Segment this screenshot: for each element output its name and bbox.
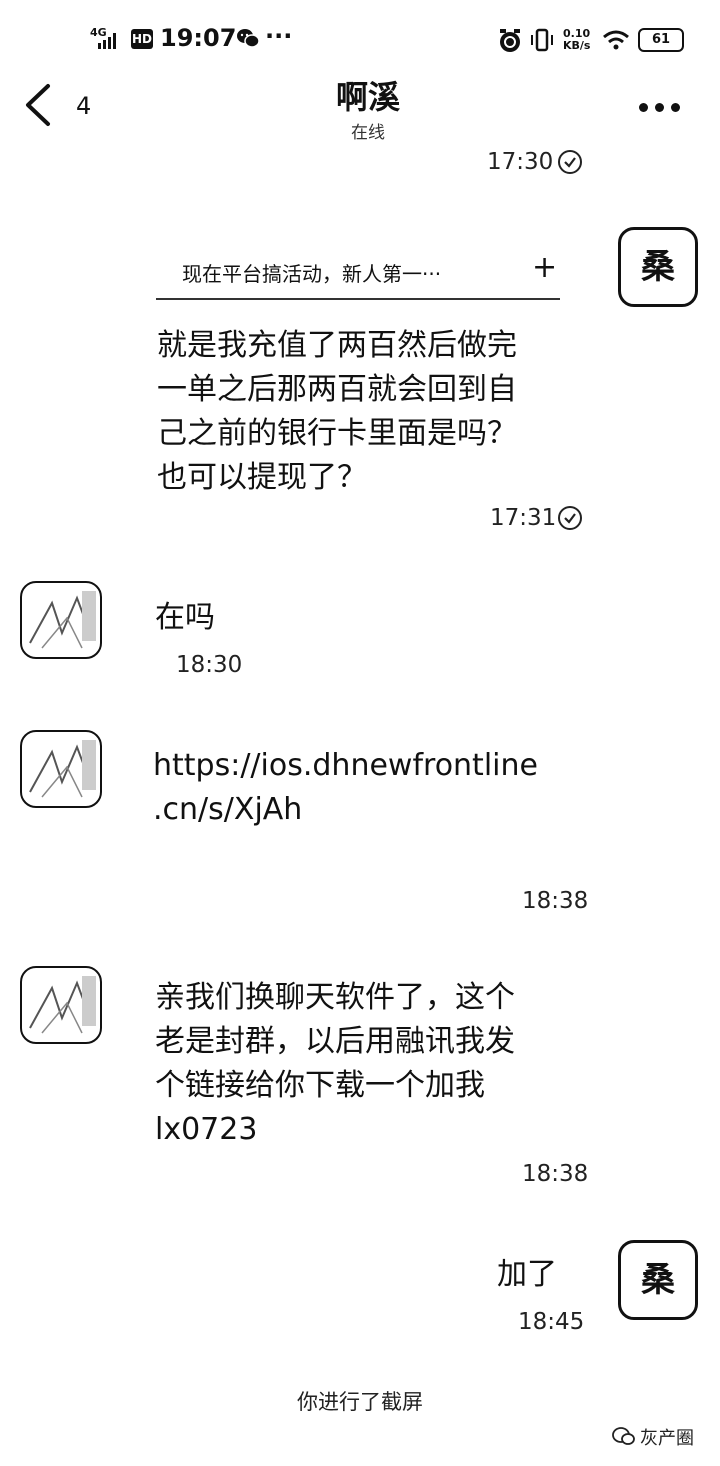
dot-icon [671,103,680,112]
message-line: 个链接给你下载一个加我 [155,1068,485,1103]
avatar-image-icon [29,591,96,649]
message-line: 己之前的银行卡里面是吗？ [157,416,517,451]
message-line: 也可以提现了？ [157,460,367,495]
watermark-text: 灰产圈 [640,1428,694,1449]
message-text[interactable]: 就是我充值了两百然后做完 一单之后那两百就会回到自 己之前的银行卡里面是吗？ 也… [157,324,577,500]
wechat-icon [236,27,260,53]
chat-title: 啊溪 [335,78,400,116]
battery-indicator: 61 [638,28,684,52]
dot-icon [639,103,648,112]
message-line: 老是封群，以后用融讯我发 [155,1024,515,1059]
unread-count: 4 [76,92,92,120]
avatar-image-icon [29,976,96,1034]
message-link[interactable]: https://ios.dhnewfrontline .cn/s/XjAh [153,744,538,832]
watermark-logo-icon [612,1426,636,1450]
dot-icon [655,103,664,112]
read-check-icon [558,150,582,174]
avatar-image-icon [29,740,96,798]
message-time: 18:30 [176,652,243,678]
vibrate-icon [529,27,555,57]
my-avatar[interactable]: 桑 [618,1240,698,1320]
message-line: 亲我们换聊天软件了，这个 [155,980,515,1015]
hd-badge: HD [131,29,153,49]
message-time: 17:31 [490,505,557,531]
wifi-icon [602,30,630,54]
alarm-icon [497,28,523,58]
quoted-card-text: 现在平台搞活动，新人第一··· [182,262,442,286]
message-time: 18:38 [522,888,589,914]
contact-avatar[interactable] [20,966,102,1044]
signal-icon [98,33,122,53]
my-avatar[interactable]: 桑 [618,227,698,307]
message-line: lx0723 [155,1112,258,1147]
contact-avatar[interactable] [20,581,102,659]
more-options-button[interactable] [632,97,680,116]
status-time: 19:07 [160,24,237,52]
chevron-left-icon [26,84,50,126]
message-text[interactable]: 加了 [497,1253,557,1297]
message-time: 18:45 [518,1309,585,1335]
network-speed-unit: KB/s [563,39,591,52]
quoted-card-expand-button[interactable]: + [532,250,557,285]
network-speed-value: 0.10 [563,27,591,40]
status-more: ··· [265,22,293,50]
message-line: .cn/s/XjAh [153,792,303,827]
message-line: 一单之后那两百就会回到自 [157,372,517,407]
message-line: 就是我充值了两百然后做完 [157,328,517,363]
read-check-icon [558,506,582,530]
screenshot-notice: 你进行了截屏 [297,1390,423,1414]
message-line: https://ios.dhnewfrontline [153,748,538,783]
online-status: 在线 [351,123,385,143]
message-text[interactable]: 在吗 [155,596,215,640]
message-text[interactable]: 亲我们换聊天软件了，这个 老是封群，以后用融讯我发 个链接给你下载一个加我 lx… [155,976,575,1152]
quoted-card[interactable]: 现在平台搞活动，新人第一··· + [156,238,560,300]
contact-avatar[interactable] [20,730,102,808]
message-time: 18:38 [522,1161,589,1187]
message-time: 17:30 [487,149,554,175]
back-button[interactable] [18,82,68,132]
